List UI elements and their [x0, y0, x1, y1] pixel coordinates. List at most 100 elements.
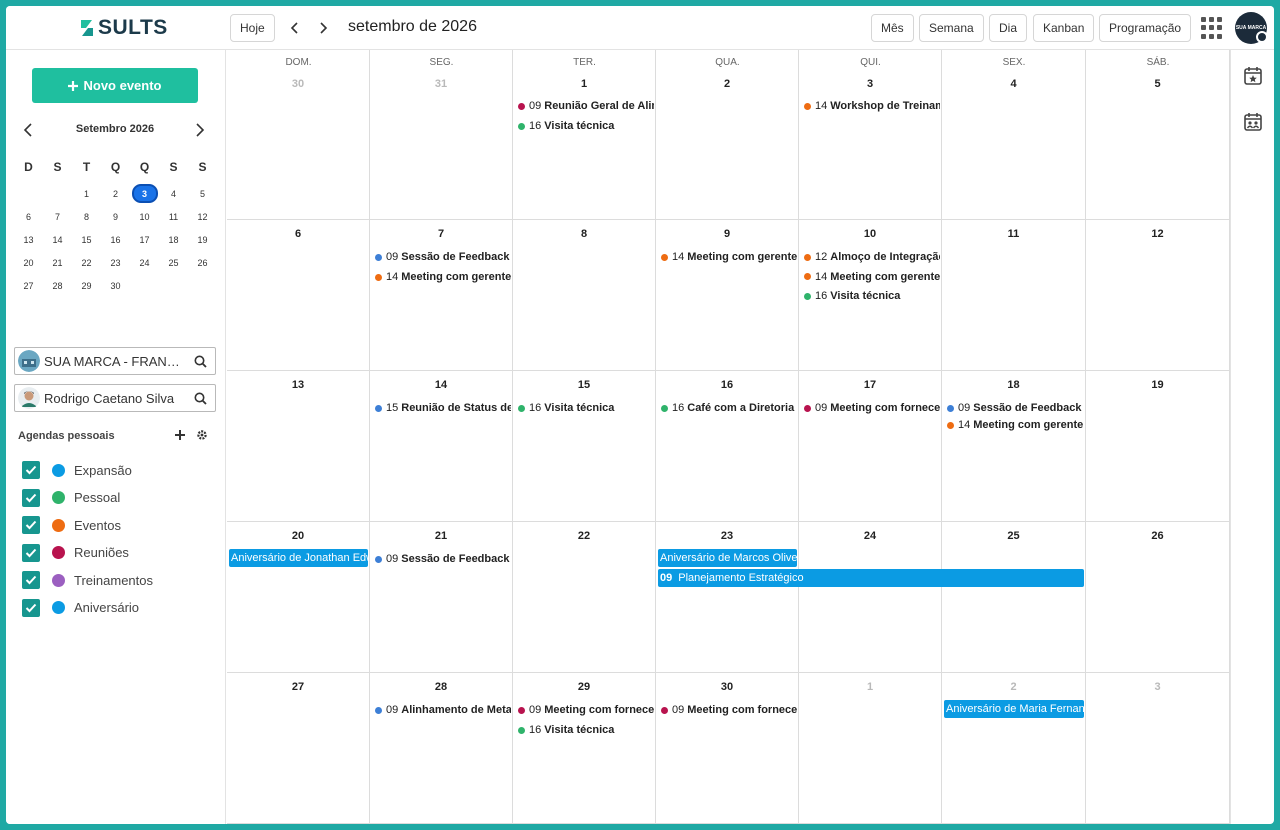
agenda-item[interactable]: Reuniões: [22, 543, 129, 563]
view-week-button[interactable]: Semana: [919, 14, 984, 42]
mini-day[interactable]: 12: [188, 205, 217, 228]
calendar-event[interactable]: 16 Visita técnica: [518, 400, 654, 416]
mini-day[interactable]: 17: [130, 228, 159, 251]
mini-day[interactable]: 7: [43, 205, 72, 228]
sults-logo[interactable]: SULTS: [78, 16, 168, 40]
mini-next-button[interactable]: [194, 120, 210, 140]
day-cell[interactable]: 2909Meeting com fornecedores16Visita téc…: [513, 673, 656, 824]
calendar-event[interactable]: 14Meeting com gerente de vendas: [661, 249, 797, 265]
mini-day[interactable]: 28: [43, 274, 72, 297]
mini-day[interactable]: 4: [159, 182, 188, 205]
mini-day[interactable]: 6: [14, 205, 43, 228]
calendar-event[interactable]: 14Meeting com gerente de vendas: [804, 269, 940, 285]
mini-day[interactable]: 18: [159, 228, 188, 251]
calendar-event[interactable]: 12 Almoço de Integração: [804, 249, 940, 265]
calendar-event[interactable]: 09Sessão de Feedback Coletivo: [947, 400, 1084, 416]
mini-day[interactable]: 27: [14, 274, 43, 297]
day-cell[interactable]: 31: [370, 50, 513, 220]
calendar-event[interactable]: 16 Visita técnica: [518, 722, 654, 738]
search-icon[interactable]: [189, 350, 211, 372]
mini-day[interactable]: 19: [188, 228, 217, 251]
day-cell[interactable]: 23: [656, 522, 799, 673]
day-cell[interactable]: 1809Sessão de Feedback Coletivo14Meeting…: [942, 371, 1086, 522]
day-cell[interactable]: 17 09Meeting com fornecedores: [799, 371, 942, 522]
gear-icon[interactable]: [196, 428, 210, 442]
view-month-button[interactable]: Mês: [871, 14, 914, 42]
view-day-button[interactable]: Dia: [989, 14, 1028, 42]
agenda-checkbox[interactable]: [22, 598, 40, 617]
mini-day[interactable]: 9: [101, 205, 130, 228]
mini-day[interactable]: 23: [101, 251, 130, 274]
mini-day[interactable]: 13: [14, 228, 43, 251]
day-cell[interactable]: 2: [656, 50, 799, 220]
day-cell[interactable]: 15 16 Visita técnica: [513, 371, 656, 522]
agenda-checkbox[interactable]: [22, 488, 40, 507]
day-cell[interactable]: 2: [942, 673, 1086, 824]
mini-day[interactable]: 29: [72, 274, 101, 297]
mini-day[interactable]: 22: [72, 251, 101, 274]
day-cell[interactable]: 8: [513, 220, 656, 371]
mini-day[interactable]: 14: [43, 228, 72, 251]
day-cell[interactable]: 109Reunião Geral de Alinhamento16Visita …: [513, 50, 656, 220]
mini-day[interactable]: 25: [159, 251, 188, 274]
day-cell[interactable]: 10 12 Almoço de Integração 14 Meeting com ge…: [799, 220, 942, 371]
agenda-checkbox[interactable]: [22, 543, 40, 562]
calendar-event[interactable]: 14Workshop de Treinamento: [804, 98, 940, 114]
day-cell[interactable]: 19: [1086, 371, 1230, 522]
day-cell[interactable]: 16 16 Café com a Diretoria: [656, 371, 799, 522]
day-cell[interactable]: 21 09Sessão de Feedback Coletivo: [370, 522, 513, 673]
day-cell[interactable]: 30: [227, 50, 370, 220]
day-cell[interactable]: 6: [227, 220, 370, 371]
agenda-item[interactable]: Eventos: [22, 515, 121, 535]
all-day-event-bar[interactable]: Aniversário de Marcos Oliveira: [658, 549, 797, 567]
day-cell[interactable]: 11: [942, 220, 1086, 371]
calendar-event[interactable]: 09Meeting com fornecedores: [661, 702, 797, 718]
mini-day[interactable]: 1: [72, 182, 101, 205]
agenda-item[interactable]: Expansão: [22, 460, 132, 480]
mini-day[interactable]: 2: [101, 182, 130, 205]
calendar-event[interactable]: 16 Visita técnica: [518, 118, 654, 134]
mini-day[interactable]: 30: [101, 274, 130, 297]
day-cell[interactable]: 12: [1086, 220, 1230, 371]
agenda-checkbox[interactable]: [22, 461, 40, 479]
all-day-event-bar[interactable]: Aniversário de Maria Fernanda: [944, 700, 1084, 718]
view-kanban-button[interactable]: Kanban: [1033, 14, 1095, 42]
day-cell[interactable]: 26: [1086, 522, 1230, 673]
mini-day-today[interactable]: 3: [130, 182, 159, 205]
calendar-event[interactable]: 16 Visita técnica: [804, 288, 940, 304]
day-cell[interactable]: 27: [227, 673, 370, 824]
mini-day[interactable]: 5: [188, 182, 217, 205]
mini-day[interactable]: 8: [72, 205, 101, 228]
next-month-button[interactable]: [312, 16, 334, 40]
calendar-event[interactable]: 09 Alinhamento de Metas: [375, 702, 511, 718]
agenda-checkbox[interactable]: [22, 516, 40, 534]
add-agenda-icon[interactable]: [174, 428, 188, 442]
apps-grid-icon[interactable]: [1201, 17, 1223, 39]
agenda-item[interactable]: Treinamentos: [22, 570, 153, 590]
day-cell[interactable]: 24: [799, 522, 942, 673]
mini-day[interactable]: 11: [159, 205, 188, 228]
calendar-event[interactable]: 16 Café com a Diretoria: [661, 400, 797, 416]
day-cell[interactable]: 20: [227, 522, 370, 673]
day-cell[interactable]: 22: [513, 522, 656, 673]
calendar-event[interactable]: 15Reunião de Status de Projeto: [375, 400, 511, 416]
calendar-event[interactable]: 09Sessão de Feedback Coletivo: [375, 249, 511, 265]
calendar-event[interactable]: 09Reunião Geral de Alinhamento: [518, 98, 654, 114]
day-cell[interactable]: 5: [1086, 50, 1230, 220]
day-cell[interactable]: 1: [799, 673, 942, 824]
all-day-event-bar[interactable]: Aniversário de Jonathan Edwards: [229, 549, 368, 567]
day-cell[interactable]: 25: [942, 522, 1086, 673]
today-button[interactable]: Hoje: [230, 14, 275, 42]
agenda-checkbox[interactable]: [22, 571, 40, 589]
calendar-event[interactable]: 09Meeting com fornecedores: [804, 400, 940, 416]
new-event-button[interactable]: Novo evento: [32, 68, 198, 103]
calendar-event[interactable]: 09Sessão de Feedback Coletivo: [375, 551, 511, 567]
day-cell[interactable]: 9 14Meeting com gerente de vendas: [656, 220, 799, 371]
agenda-item[interactable]: Pessoal: [22, 488, 120, 508]
search-icon[interactable]: [189, 387, 211, 409]
all-day-event-bar[interactable]: 09 Planejamento Estratégico: [658, 569, 1084, 587]
view-schedule-button[interactable]: Programação: [1099, 14, 1192, 42]
day-cell[interactable]: 709Sessão de Feedback Coletivo14Meeting …: [370, 220, 513, 371]
day-cell[interactable]: 28 09 Alinhamento de Metas: [370, 673, 513, 824]
mini-day[interactable]: 10: [130, 205, 159, 228]
